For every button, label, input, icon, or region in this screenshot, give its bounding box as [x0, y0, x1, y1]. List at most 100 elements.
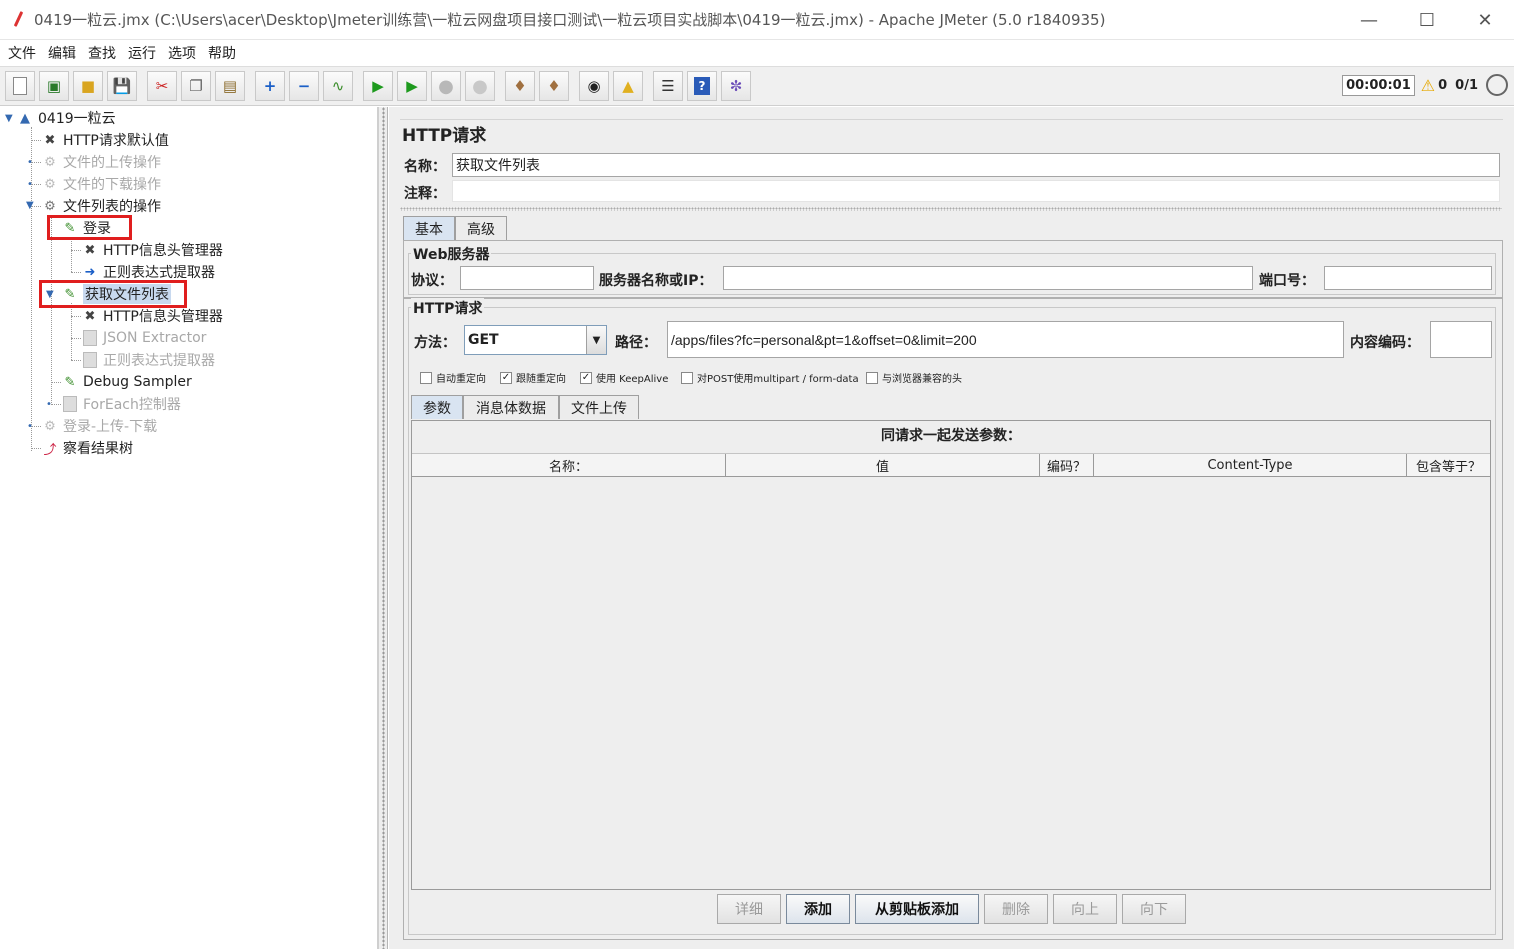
clear-all-icon[interactable]: ♦: [539, 71, 569, 101]
tree-node-results-tree[interactable]: ⤴ 察看结果树: [41, 438, 133, 458]
keepalive-checkbox[interactable]: ✓ 使用 KeepAlive: [580, 370, 668, 385]
tree-node-test-plan[interactable]: ▲ 0419一粒云: [16, 108, 116, 128]
tree-node-login-sampler[interactable]: ✎ 登录: [61, 218, 111, 238]
run-status: 00:00:01 ⚠ 0 0/1: [1342, 74, 1508, 96]
expand-handle-icon[interactable]: ▼: [26, 200, 34, 211]
move-down-button[interactable]: 向下: [1122, 894, 1186, 924]
warning-icon[interactable]: ⚠: [1421, 76, 1435, 95]
expand-handle-icon[interactable]: ▼: [46, 289, 54, 300]
auto-redirect-checkbox[interactable]: 自动重定向: [420, 370, 486, 385]
tab-parameters[interactable]: 参数: [411, 395, 463, 419]
save-icon[interactable]: 💾: [107, 71, 137, 101]
method-select[interactable]: GET ▼: [464, 325, 607, 355]
encoding-field[interactable]: [1430, 321, 1492, 358]
port-field[interactable]: [1324, 266, 1492, 290]
column-header-include-equals[interactable]: 包含等于？: [1407, 454, 1490, 476]
start-icon[interactable]: ▶: [363, 71, 393, 101]
tree-node-regex-extractor[interactable]: 正则表达式提取器: [81, 350, 215, 370]
tree-node-debug-sampler[interactable]: ✎ Debug Sampler: [61, 372, 192, 392]
tree-node-header-manager[interactable]: ✖ HTTP信息头管理器: [81, 306, 223, 326]
tree-node-get-file-list[interactable]: ✎ 获取文件列表: [61, 284, 171, 304]
collapse-icon[interactable]: −: [289, 71, 319, 101]
tab-file-upload[interactable]: 文件上传: [559, 395, 639, 419]
help-icon[interactable]: ?: [687, 71, 717, 101]
paste-icon[interactable]: ▤: [215, 71, 245, 101]
tab-basic[interactable]: 基本: [403, 216, 455, 240]
menu-options[interactable]: 选项: [166, 43, 204, 63]
add-button[interactable]: 添加: [786, 894, 850, 924]
name-field[interactable]: 获取文件列表: [452, 153, 1500, 177]
chevron-down-icon[interactable]: ▼: [586, 326, 606, 354]
tree-node-label: 文件的上传操作: [63, 155, 161, 171]
menu-help[interactable]: 帮助: [206, 43, 244, 63]
window-controls: — ☐ ✕: [1340, 0, 1514, 40]
sampler-pen-icon: ✎: [64, 286, 76, 302]
expand-handle-icon[interactable]: •: [27, 157, 33, 168]
tree-node-login-upload-download[interactable]: ⚙ 登录-上传-下载: [41, 416, 157, 436]
resize-divider[interactable]: [400, 207, 1502, 211]
path-field[interactable]: /apps/files?fc=personal&pt=1&offset=0&li…: [667, 321, 1344, 358]
move-up-button[interactable]: 向上: [1053, 894, 1117, 924]
column-header-content-type[interactable]: Content-Type: [1094, 454, 1407, 476]
clear-icon[interactable]: ♦: [505, 71, 535, 101]
panel-title: HTTP请求: [402, 126, 487, 146]
tree-node-label: 登录-上传-下载: [63, 419, 158, 435]
column-header-value[interactable]: 值: [726, 454, 1040, 476]
sampler-pen-icon: ✎: [64, 220, 76, 236]
checkbox-icon: [866, 371, 878, 384]
close-icon[interactable]: ✕: [1456, 0, 1514, 40]
column-header-name[interactable]: 名称：: [412, 454, 726, 476]
tree-node-header-manager[interactable]: ✖ HTTP信息头管理器: [81, 240, 223, 260]
remote-icon[interactable]: ✼: [721, 71, 751, 101]
reset-search-icon[interactable]: ▲: [613, 71, 643, 101]
column-header-encode[interactable]: 编码？: [1040, 454, 1094, 476]
checkbox-label: 跟随重定向: [516, 374, 566, 385]
new-icon[interactable]: [5, 71, 35, 101]
expand-handle-icon[interactable]: •: [46, 399, 52, 410]
start-no-pauses-icon[interactable]: ▶: [397, 71, 427, 101]
elapsed-timer: 00:00:01: [1342, 74, 1415, 96]
tree-node-regex-extractor[interactable]: ➜ 正则表达式提取器: [81, 262, 215, 282]
maximize-icon[interactable]: ☐: [1398, 0, 1456, 40]
protocol-label: 协议：: [411, 273, 453, 289]
binoculars-icon[interactable]: ◉: [579, 71, 609, 101]
comment-field[interactable]: [452, 180, 1500, 202]
tree-node-http-defaults[interactable]: ✖ HTTP请求默认值: [41, 130, 169, 150]
tree-node-json-extractor[interactable]: JSON Extractor: [81, 328, 206, 348]
expand-icon[interactable]: +: [255, 71, 285, 101]
split-pane-divider[interactable]: [378, 107, 388, 949]
delete-button[interactable]: 删除: [984, 894, 1048, 924]
server-field[interactable]: [723, 266, 1253, 290]
protocol-field[interactable]: [460, 266, 594, 290]
tree-node-download-group[interactable]: ⚙ 文件的下载操作: [41, 174, 161, 194]
copy-icon[interactable]: ❐: [181, 71, 211, 101]
tab-body-data[interactable]: 消息体数据: [463, 395, 559, 419]
menu-file[interactable]: 文件: [6, 43, 44, 63]
expand-handle-icon[interactable]: •: [27, 179, 33, 190]
cut-icon[interactable]: ✂: [147, 71, 177, 101]
add-from-clipboard-button[interactable]: 从剪贴板添加: [855, 894, 979, 924]
jmeter-feather-icon: [10, 10, 28, 30]
detail-button[interactable]: 详细: [717, 894, 781, 924]
menu-run[interactable]: 运行: [126, 43, 164, 63]
stop-icon[interactable]: ●: [431, 71, 461, 101]
expand-handle-icon[interactable]: •: [27, 421, 33, 432]
menu-edit[interactable]: 编辑: [46, 43, 84, 63]
tab-advanced[interactable]: 高级: [455, 216, 507, 240]
follow-redirect-checkbox[interactable]: ✓ 跟随重定向: [500, 370, 566, 385]
toggle-icon[interactable]: ∿: [323, 71, 353, 101]
open-icon[interactable]: ■: [73, 71, 103, 101]
function-helper-icon[interactable]: ☰: [653, 71, 683, 101]
multipart-checkbox[interactable]: 对POST使用multipart / form-data: [681, 370, 859, 385]
menu-search[interactable]: 查找: [86, 43, 124, 63]
expand-handle-icon[interactable]: ▼: [5, 113, 13, 124]
browser-headers-checkbox[interactable]: 与浏览器兼容的头: [866, 370, 962, 385]
tree-node-foreach[interactable]: ForEach控制器: [61, 394, 181, 414]
tree-node-upload-group[interactable]: ⚙ 文件的上传操作: [41, 152, 161, 172]
extractor-doc-icon: [81, 351, 99, 369]
minimize-icon[interactable]: —: [1340, 0, 1398, 40]
templates-icon[interactable]: ▣: [39, 71, 69, 101]
shutdown-icon[interactable]: ●: [465, 71, 495, 101]
tree-node-label: 文件的下载操作: [63, 177, 161, 193]
tree-node-list-group[interactable]: ⚙ 文件列表的操作: [41, 196, 161, 216]
